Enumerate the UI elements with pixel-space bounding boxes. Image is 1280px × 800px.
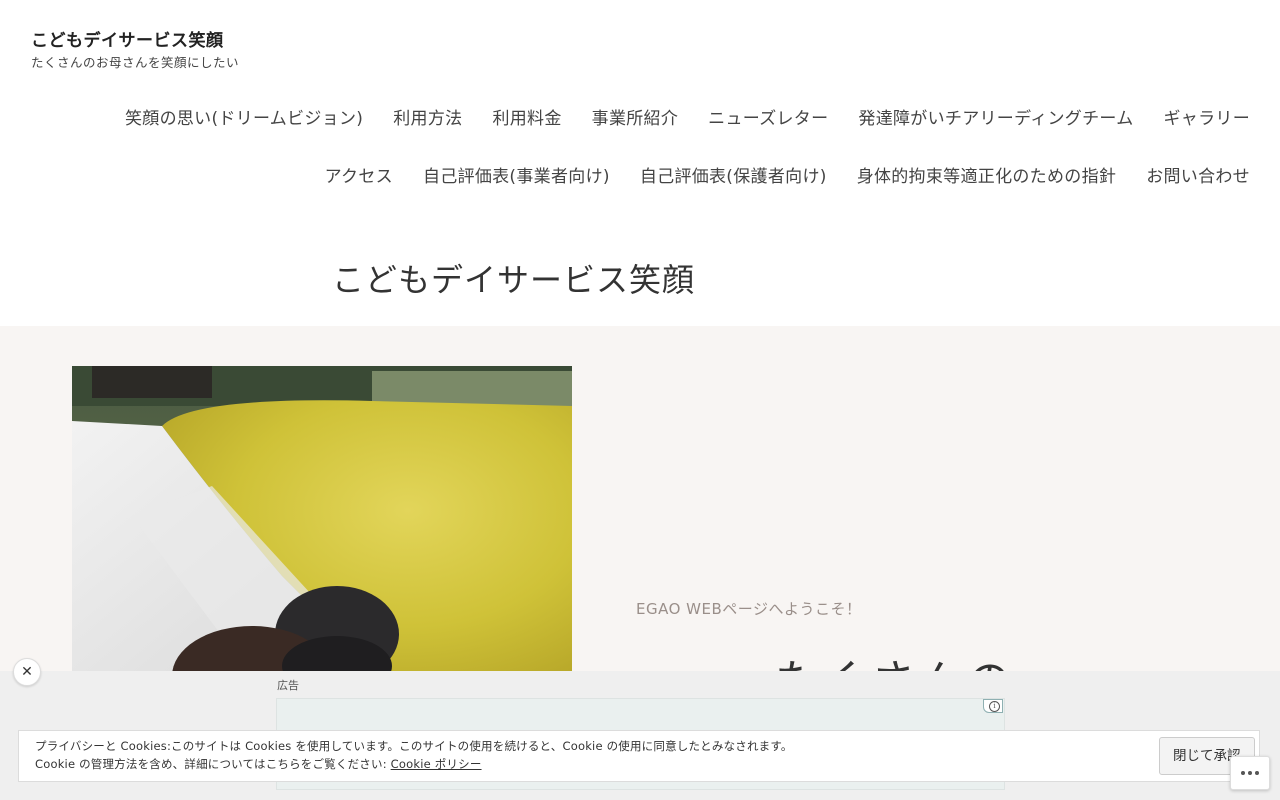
nav-item-dream-vision[interactable]: 笑顔の思い(ドリームビジョン) bbox=[125, 104, 363, 129]
main-nav-row-1: 笑顔の思い(ドリームビジョン) 利用方法 利用料金 事業所紹介 ニューズレター … bbox=[125, 104, 1250, 129]
cookie-line-2: Cookie の管理方法を含め、詳細についてはこちらをご覧ください: Cooki… bbox=[35, 755, 793, 773]
info-icon[interactable]: i bbox=[983, 699, 1003, 713]
site-title[interactable]: こどもデイサービス笑顔 bbox=[31, 26, 224, 51]
cookie-line-2-text: Cookie の管理方法を含め、詳細についてはこちらをご覧ください: bbox=[35, 757, 391, 771]
nav-item-cheerleading-team[interactable]: 発達障がいチアリーディングチーム bbox=[858, 104, 1133, 129]
nav-item-restraint-guideline[interactable]: 身体的拘束等適正化のための指針 bbox=[857, 162, 1117, 187]
nav-item-contact[interactable]: お問い合わせ bbox=[1146, 162, 1250, 187]
nav-item-self-eval-guardian[interactable]: 自己評価表(保護者向け) bbox=[640, 162, 827, 187]
cookie-text: プライバシーと Cookies:このサイトは Cookies を使用しています。… bbox=[35, 737, 793, 773]
nav-item-office-intro[interactable]: 事業所紹介 bbox=[592, 104, 679, 129]
hero-eyebrow: EGAO WEBページへようこそ！ bbox=[636, 600, 862, 618]
site-tagline: たくさんのお母さんを笑顔にしたい bbox=[31, 55, 240, 70]
page-title: こどもデイサービス笑顔 bbox=[332, 261, 696, 299]
cookie-policy-link[interactable]: Cookie ポリシー bbox=[391, 757, 482, 771]
main-nav-row-2: アクセス 自己評価表(事業者向け) 自己評価表(保護者向け) 身体的拘束等適正化… bbox=[325, 162, 1250, 187]
nav-item-fees[interactable]: 利用料金 bbox=[492, 104, 561, 129]
close-icon[interactable]: ✕ bbox=[13, 658, 41, 686]
nav-item-how-to-use[interactable]: 利用方法 bbox=[393, 104, 462, 129]
nav-item-newsletter[interactable]: ニューズレター bbox=[708, 104, 828, 129]
cookie-line-1: プライバシーと Cookies:このサイトは Cookies を使用しています。… bbox=[35, 739, 793, 753]
ad-label: 広告 bbox=[277, 679, 299, 692]
hero-photo bbox=[72, 366, 572, 676]
nav-item-gallery[interactable]: ギャラリー bbox=[1164, 104, 1251, 129]
nav-item-self-eval-provider[interactable]: 自己評価表(事業者向け) bbox=[423, 162, 610, 187]
nav-item-access[interactable]: アクセス bbox=[325, 162, 393, 187]
ellipsis-icon[interactable] bbox=[1230, 756, 1270, 790]
cookie-banner: プライバシーと Cookies:このサイトは Cookies を使用しています。… bbox=[18, 730, 1260, 782]
